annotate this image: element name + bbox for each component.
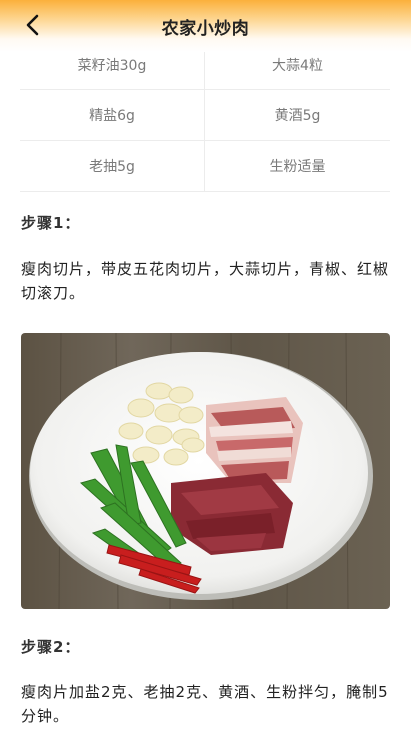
ingredient-row: 老抽5g 生粉适量: [20, 141, 390, 192]
step-1-text: 瘦肉切片，带皮五花肉切片，大蒜切片，青椒、红椒切滚刀。: [21, 260, 390, 302]
step-1-image: [21, 333, 390, 609]
page-title: 农家小炒肉: [161, 19, 250, 39]
ingredient-table: 菜籽油30g 大蒜4粒 精盐6g 黄酒5g 老抽5g 生粉适量: [20, 40, 390, 192]
step-2-label: 步骤2：: [21, 638, 81, 656]
ingredient-cell: 老抽5g: [20, 141, 205, 191]
ingredient-cell: 精盐6g: [20, 90, 205, 140]
top-bar: 农家小炒肉: [0, 0, 411, 52]
step-1-label: 步骤1：: [21, 214, 81, 232]
ingredient-cell: 黄酒5g: [274, 108, 321, 124]
ingredient-cell: 生粉适量: [269, 159, 326, 175]
ingredient-row: 精盐6g 黄酒5g: [20, 90, 390, 141]
step-2-text: 瘦肉片加盐2克、老抽2克、黄酒、生粉拌匀，腌制5分钟。: [21, 683, 389, 725]
